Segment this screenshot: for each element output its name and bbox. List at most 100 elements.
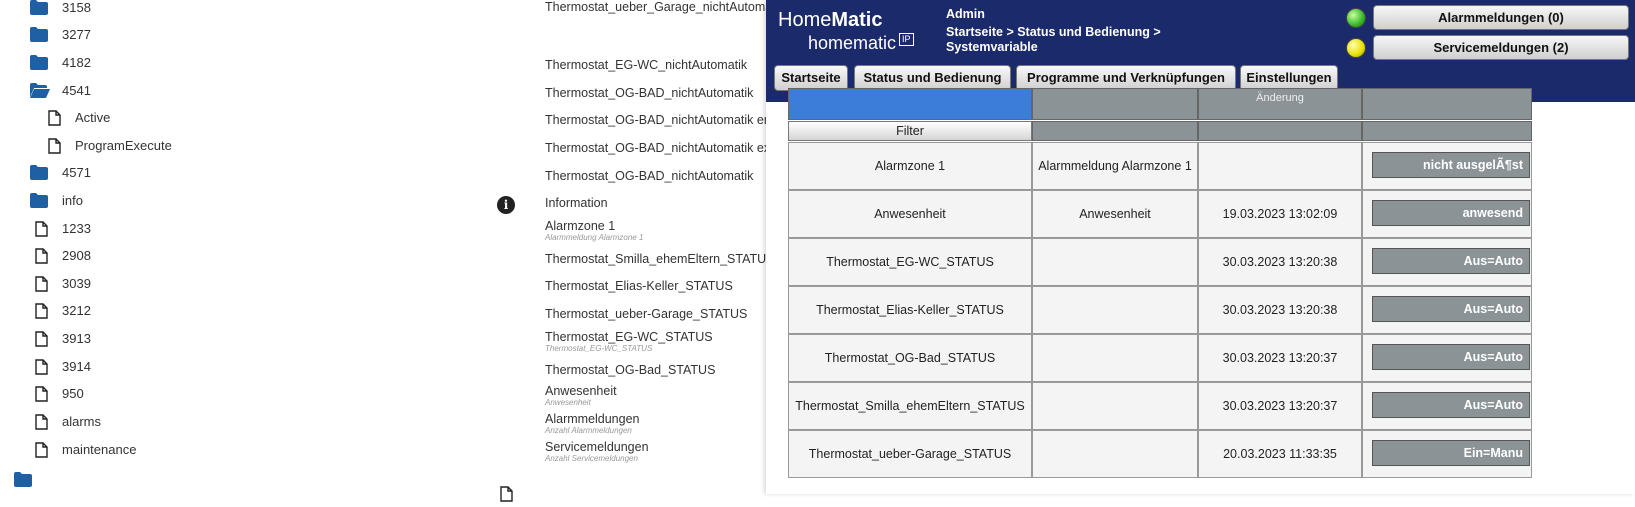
tree-item-label: 3212 bbox=[62, 303, 91, 318]
tree-item[interactable]: 2908 bbox=[0, 242, 520, 270]
variable-timestamp-cell: 20.03.2023 11:33:35 bbox=[1198, 430, 1362, 478]
description-title: Alarmmeldungen bbox=[545, 412, 640, 426]
service-messages-button[interactable]: Servicemeldungen (2) bbox=[1373, 35, 1629, 60]
variable-description-cell: Alarmmeldung Alarmzone 1 bbox=[1032, 142, 1198, 190]
filter-cell bbox=[1032, 121, 1198, 141]
tree-item[interactable]: 4571 bbox=[0, 159, 520, 187]
file-icon bbox=[35, 331, 53, 347]
variable-value-button[interactable]: Aus=Auto bbox=[1372, 248, 1530, 274]
description-subtitle: Anwesenheit bbox=[545, 398, 591, 407]
description-subtitle: Anzahl Alarmmeldungen bbox=[545, 426, 632, 435]
description-title: Thermostat_OG-BAD_nichtAutomatik bbox=[545, 169, 754, 183]
file-icon bbox=[35, 276, 53, 292]
tree-item-label: Active bbox=[75, 110, 111, 125]
file-icon bbox=[35, 248, 53, 264]
tree-item-label: 3039 bbox=[62, 276, 91, 291]
tree-item-label: 2908 bbox=[62, 248, 91, 263]
variable-value-button[interactable]: Aus=Auto bbox=[1372, 344, 1530, 370]
tree-item[interactable]: 3277 bbox=[0, 21, 520, 49]
variable-value-button[interactable]: Aus=Auto bbox=[1372, 392, 1530, 418]
tree-item[interactable]: 3039 bbox=[0, 270, 520, 298]
column-header bbox=[1362, 88, 1532, 120]
tree-item[interactable]: 3212 bbox=[0, 297, 520, 325]
file-icon bbox=[35, 414, 53, 430]
alarm-status-led-icon bbox=[1346, 8, 1366, 28]
tree-item[interactable]: ProgramExecute bbox=[0, 132, 520, 160]
variable-timestamp-cell: 30.03.2023 13:20:37 bbox=[1198, 382, 1362, 430]
folder-icon bbox=[14, 472, 32, 488]
variable-timestamp-cell: 30.03.2023 13:20:37 bbox=[1198, 334, 1362, 382]
tree-item[interactable]: 950 bbox=[0, 380, 520, 408]
filter-button[interactable]: Filter bbox=[788, 121, 1032, 141]
description-title: Thermostat_EG-WC_STATUS bbox=[545, 330, 713, 344]
variable-description-cell: Anwesenheit bbox=[1032, 190, 1198, 238]
tree-item-label: 4182 bbox=[62, 55, 91, 70]
homematic-window: HomeMatic homematic IP Admin Startseite >… bbox=[766, 0, 1635, 494]
filter-cell bbox=[1198, 121, 1362, 141]
variable-description-cell bbox=[1032, 286, 1198, 334]
description-title: Thermostat_EG-WC_nichtAutomatik bbox=[545, 58, 748, 72]
folder-icon bbox=[30, 0, 48, 16]
variable-value-button[interactable]: Ein=Manu bbox=[1372, 440, 1530, 466]
description-title: Anwesenheit bbox=[545, 384, 617, 398]
object-description-list: Thermostat_ueber_Garage_nichtAutomatik Th… bbox=[490, 0, 785, 502]
folder-icon bbox=[30, 27, 48, 43]
variable-name-cell: Thermostat_Elias-Keller_STATUS bbox=[788, 286, 1032, 334]
variable-description-cell bbox=[1032, 430, 1198, 478]
file-icon bbox=[35, 303, 53, 319]
tree-item[interactable] bbox=[0, 466, 520, 494]
filter-cell bbox=[1362, 121, 1532, 141]
tree-item[interactable]: 3158 bbox=[0, 0, 520, 22]
file-icon bbox=[48, 110, 66, 126]
tree-item[interactable]: 4541 bbox=[0, 77, 520, 105]
variable-value-button[interactable]: Aus=Auto bbox=[1372, 296, 1530, 322]
description-title: Thermostat_Elias-Keller_STATUS bbox=[545, 279, 733, 293]
folder-icon bbox=[30, 165, 48, 181]
variable-timestamp-cell bbox=[1198, 142, 1362, 190]
tree-item-label: 3277 bbox=[62, 27, 91, 42]
tree-item[interactable]: alarms bbox=[0, 408, 520, 436]
description-title: Servicemeldungen bbox=[545, 440, 649, 454]
tree-item[interactable]: info bbox=[0, 187, 520, 215]
tree-item[interactable]: 3914 bbox=[0, 353, 520, 381]
file-icon bbox=[35, 386, 53, 402]
tree-item-label: 4541 bbox=[62, 83, 91, 98]
breadcrumb: Startseite > Status und Bedienung > Syst… bbox=[946, 25, 1161, 54]
file-icon bbox=[48, 138, 66, 154]
variable-description-cell bbox=[1032, 382, 1198, 430]
tree-item-label: alarms bbox=[62, 414, 102, 429]
service-status-led-icon bbox=[1346, 38, 1366, 58]
alarm-messages-button[interactable]: Alarmmeldungen (0) bbox=[1373, 5, 1629, 30]
description-title: Thermostat_OG-BAD_nichtAutomatik bbox=[545, 86, 754, 100]
tree-item[interactable]: Active bbox=[0, 104, 520, 132]
column-header bbox=[788, 88, 1032, 120]
tree-item[interactable]: maintenance bbox=[0, 436, 520, 464]
variable-timestamp-cell: 19.03.2023 13:02:09 bbox=[1198, 190, 1362, 238]
file-icon bbox=[500, 486, 513, 507]
tree-item[interactable]: 4182 bbox=[0, 49, 520, 77]
variable-name-cell: Anwesenheit bbox=[788, 190, 1032, 238]
homematic-ip-logo: homematic IP bbox=[808, 33, 914, 54]
description-subtitle: Alarmmeldung Alarmzone 1 bbox=[545, 233, 644, 242]
variable-description-cell bbox=[1032, 238, 1198, 286]
tree-item-label: 4571 bbox=[62, 165, 91, 180]
variable-name-cell: Thermostat_Smilla_ehemEltern_STATUS bbox=[788, 382, 1032, 430]
tree-item[interactable]: 3913 bbox=[0, 325, 520, 353]
description-title: Thermostat_Smilla_ehemEltern_STATUS bbox=[545, 252, 775, 266]
variable-timestamp-cell: 30.03.2023 13:20:38 bbox=[1198, 286, 1362, 334]
variable-description-cell bbox=[1032, 334, 1198, 382]
tree-item-label: maintenance bbox=[62, 442, 137, 457]
variable-name-cell: Thermostat_EG-WC_STATUS bbox=[788, 238, 1032, 286]
tree-item-label: 1233 bbox=[62, 221, 91, 236]
info-icon: i bbox=[497, 196, 515, 214]
tree-item-label: 950 bbox=[62, 386, 84, 401]
homematic-header: HomeMatic homematic IP Admin Startseite >… bbox=[766, 0, 1635, 102]
description-title: Thermostat_ueber-Garage_STATUS bbox=[545, 307, 748, 321]
tree-item[interactable]: 1233 bbox=[0, 215, 520, 243]
variable-value-button[interactable]: nicht ausgelÃ¶st bbox=[1372, 152, 1530, 178]
homematic-logo: HomeMatic bbox=[778, 9, 883, 31]
description-title: Information bbox=[545, 196, 608, 210]
description-title: Thermostat_ueber_Garage_nichtAutomatik bbox=[545, 0, 785, 14]
variable-timestamp-cell: 30.03.2023 13:20:38 bbox=[1198, 238, 1362, 286]
variable-value-button[interactable]: anwesend bbox=[1372, 200, 1530, 226]
